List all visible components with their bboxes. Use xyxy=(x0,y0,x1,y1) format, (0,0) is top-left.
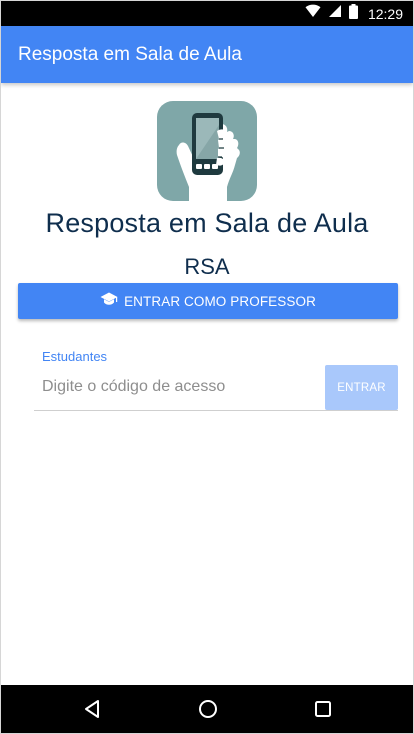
back-icon xyxy=(85,700,99,718)
students-label: Estudantes xyxy=(42,349,108,364)
nav-home-button[interactable] xyxy=(178,685,238,733)
graduation-cap-icon xyxy=(100,292,118,311)
recents-icon xyxy=(315,701,331,717)
hand-holding-phone-icon xyxy=(176,113,240,201)
status-bar: 12:29 xyxy=(1,1,413,26)
app-logo xyxy=(157,101,257,201)
input-underline xyxy=(34,410,398,411)
enter-button[interactable]: ENTRAR xyxy=(325,365,398,410)
battery-icon xyxy=(348,3,358,24)
nav-back-button[interactable] xyxy=(62,685,122,733)
app-bar-title: Resposta em Sala de Aula xyxy=(18,43,242,65)
status-time: 12:29 xyxy=(367,5,403,22)
nav-recents-button[interactable] xyxy=(293,685,353,733)
access-code-input[interactable] xyxy=(34,369,320,405)
teacher-login-label: ENTRAR COMO PROFESSOR xyxy=(124,293,316,309)
app-bar: Resposta em Sala de Aula xyxy=(1,26,413,83)
enter-button-label: ENTRAR xyxy=(337,381,386,394)
home-icon xyxy=(199,700,217,718)
teacher-login-button[interactable]: ENTRAR COMO PROFESSOR xyxy=(18,283,398,319)
app-name-heading: Resposta em Sala de Aula xyxy=(45,208,369,238)
app-acronym-heading: RSA xyxy=(184,254,230,279)
signal-icon xyxy=(328,4,342,23)
wifi-icon xyxy=(305,4,321,23)
status-icons: 12:29 xyxy=(305,1,403,26)
app-screen: 12:29 Resposta em Sala de Aula Resposta … xyxy=(0,0,414,734)
system-nav-bar xyxy=(1,685,413,733)
